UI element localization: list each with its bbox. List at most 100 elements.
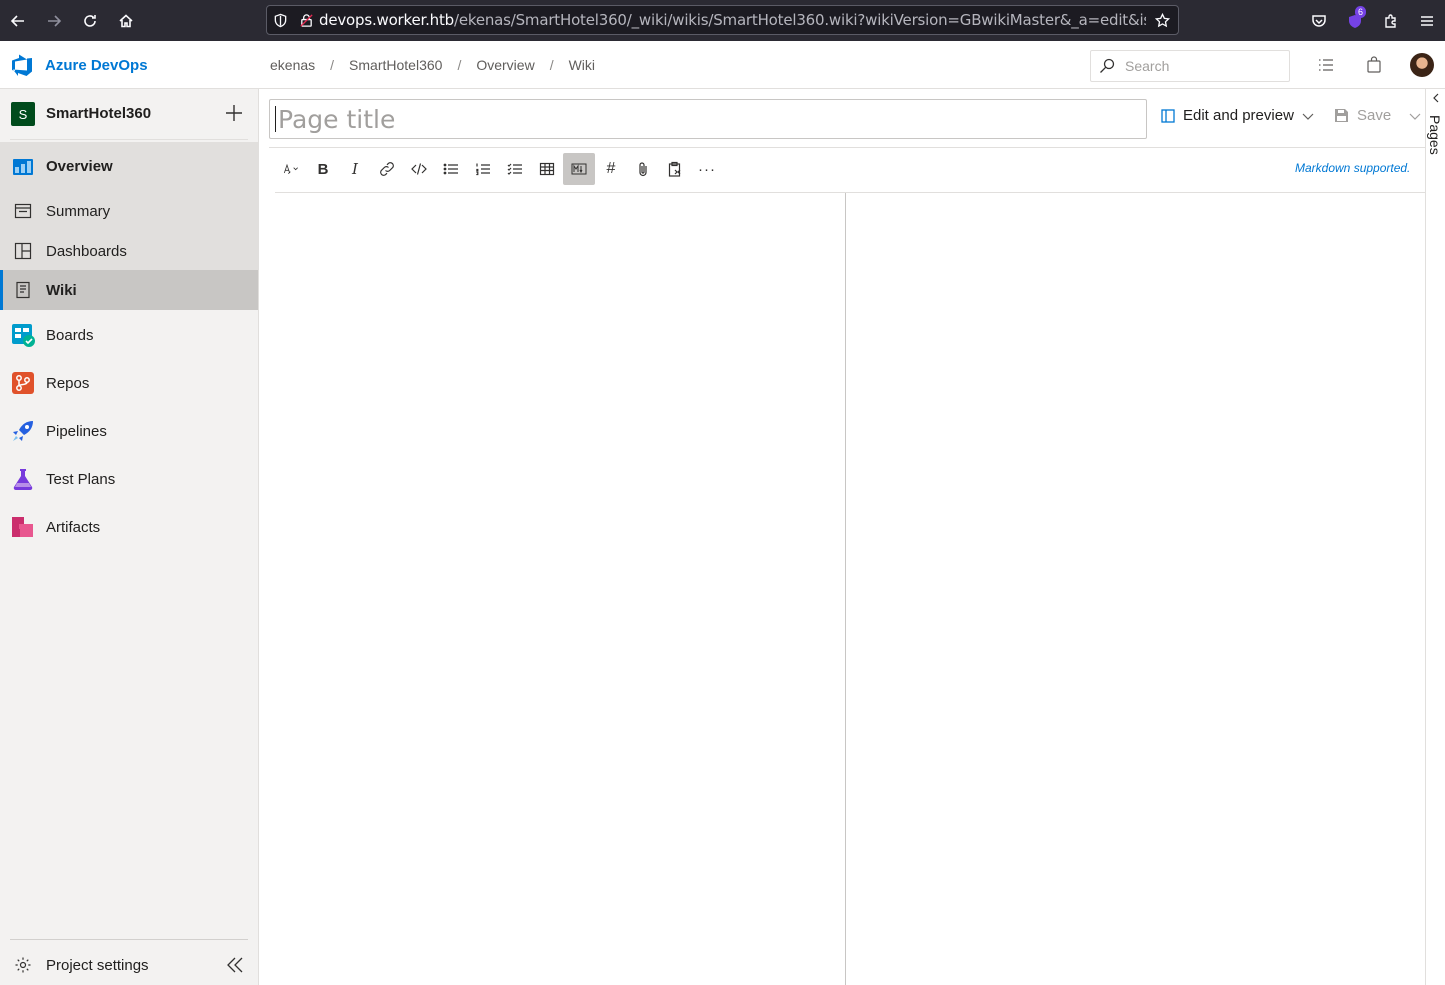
divider [10, 139, 248, 140]
sidebar-item-label: Dashboards [46, 242, 127, 260]
tracking-shield-icon[interactable] [267, 13, 293, 28]
sidebar-item-label: Repos [46, 374, 90, 392]
bold-icon[interactable]: B [307, 153, 339, 185]
divider [10, 939, 248, 940]
sidebar-item-label: Pipelines [46, 422, 107, 440]
artifacts-icon [11, 515, 35, 539]
preview-pane [847, 193, 1425, 985]
extension-shield-icon[interactable]: 6 [1337, 0, 1373, 41]
more-options-icon[interactable]: ··· [691, 153, 723, 185]
chevron-left-icon [1433, 93, 1439, 103]
sidebar-item-repos[interactable]: Repos [0, 359, 258, 407]
project-settings-button[interactable]: Project settings [0, 945, 258, 985]
numbered-list-icon[interactable] [467, 153, 499, 185]
breadcrumb-separator: / [330, 57, 335, 73]
text-caret [275, 106, 276, 132]
extensions-puzzle-icon[interactable] [1373, 0, 1409, 41]
work-items-list-icon[interactable] [1316, 55, 1336, 75]
breadcrumb-wiki[interactable]: Wiki [569, 57, 595, 73]
formatting-toolbar: B I # ··· [275, 153, 723, 185]
reload-icon[interactable] [72, 0, 108, 41]
project-avatar: S [11, 102, 35, 126]
azure-devops-logo[interactable]: Azure DevOps [10, 53, 148, 77]
breadcrumb-separator: / [549, 57, 554, 73]
sidebar-item-overview[interactable]: Overview [0, 142, 258, 190]
extension-badge: 6 [1355, 6, 1367, 18]
sidebar-item-label: Wiki [46, 281, 77, 299]
search-input[interactable]: Search [1090, 50, 1290, 82]
code-icon[interactable] [403, 153, 435, 185]
marketplace-bag-icon[interactable] [1364, 55, 1384, 75]
sidebar: S SmartHotel360 Overview Summary Dashboa… [0, 89, 259, 985]
bulleted-list-icon[interactable] [435, 153, 467, 185]
url-host: devops.worker.htb [319, 11, 454, 29]
edit-mode-dropdown[interactable]: Edit and preview [1161, 107, 1314, 124]
pipelines-icon [11, 419, 35, 443]
text-format-dropdown[interactable] [275, 153, 307, 185]
chevron-down-icon [1302, 113, 1314, 120]
sidebar-item-label: Boards [46, 326, 94, 344]
paste-icon[interactable] [659, 153, 691, 185]
sidebar-item-label: Test Plans [46, 470, 116, 488]
split-view-icon [1161, 108, 1175, 123]
breadcrumb-organization[interactable]: ekenas [270, 57, 315, 73]
sidebar-item-wiki[interactable]: Wiki [0, 270, 258, 310]
chevron-down-icon[interactable] [1409, 110, 1421, 122]
sidebar-item-label: Summary [46, 202, 111, 220]
text-style-icon [283, 163, 298, 174]
wiki-icon [11, 278, 35, 302]
collapse-sidebar-icon[interactable] [226, 957, 244, 973]
sidebar-item-pipelines[interactable]: Pipelines [0, 407, 258, 455]
pages-panel-toggle[interactable]: Pages [1425, 89, 1445, 985]
boards-icon [11, 323, 35, 347]
heading-hash-icon[interactable]: # [595, 153, 627, 185]
markdown-supported-link[interactable]: Markdown supported. [1295, 161, 1410, 175]
test-plans-icon [11, 467, 35, 491]
menu-hamburger-icon[interactable] [1409, 0, 1445, 41]
brand-name: Azure DevOps [45, 56, 148, 74]
gear-icon [11, 953, 35, 977]
project-name: SmartHotel360 [46, 105, 152, 122]
back-icon[interactable] [0, 0, 36, 41]
checklist-icon[interactable] [499, 153, 531, 185]
breadcrumb-separator: / [457, 57, 462, 73]
azure-devops-logo-icon [12, 54, 32, 76]
project-header[interactable]: S SmartHotel360 [0, 89, 258, 139]
sidebar-item-dashboards[interactable]: Dashboards [0, 231, 258, 271]
sidebar-item-summary[interactable]: Summary [0, 191, 258, 231]
add-icon[interactable] [224, 103, 244, 123]
save-disk-icon [1335, 109, 1348, 122]
search-icon [1100, 58, 1115, 73]
sidebar-item-label: Overview [46, 157, 113, 175]
edit-mode-label: Edit and preview [1183, 107, 1294, 124]
page-title-input[interactable]: Page title [269, 99, 1147, 139]
bookmark-star-icon[interactable] [1146, 12, 1178, 28]
overview-icon [11, 154, 35, 178]
italic-icon[interactable]: I [339, 153, 371, 185]
attachment-icon[interactable] [627, 153, 659, 185]
breadcrumb-project[interactable]: SmartHotel360 [349, 57, 442, 73]
browser-toolbar: devops.worker.htb/ekenas/SmartHotel360/_… [0, 0, 1445, 41]
markdown-editor-textarea[interactable] [275, 193, 846, 985]
forward-icon[interactable] [36, 0, 72, 41]
sidebar-item-test-plans[interactable]: Test Plans [0, 455, 258, 503]
sidebar-item-artifacts[interactable]: Artifacts [0, 503, 258, 551]
sidebar-item-boards[interactable]: Boards [0, 311, 258, 359]
project-settings-label: Project settings [46, 956, 149, 974]
repos-icon [11, 371, 35, 395]
table-icon[interactable] [531, 153, 563, 185]
url-text[interactable]: devops.worker.htb/ekenas/SmartHotel360/_… [319, 11, 1146, 29]
breadcrumb-overview[interactable]: Overview [476, 57, 534, 73]
user-avatar[interactable] [1410, 53, 1434, 77]
sidebar-item-label: Artifacts [46, 518, 101, 536]
pocket-icon[interactable] [1301, 0, 1337, 41]
lock-icon[interactable] [293, 13, 319, 28]
save-button[interactable]: Save [1334, 107, 1421, 124]
selected-indicator [0, 270, 3, 310]
markdown-toggle-icon[interactable] [563, 153, 595, 185]
home-icon[interactable] [108, 0, 144, 41]
dashboards-icon [11, 239, 35, 263]
divider [269, 147, 1425, 148]
link-icon[interactable] [371, 153, 403, 185]
address-bar[interactable]: devops.worker.htb/ekenas/SmartHotel360/_… [266, 5, 1179, 35]
